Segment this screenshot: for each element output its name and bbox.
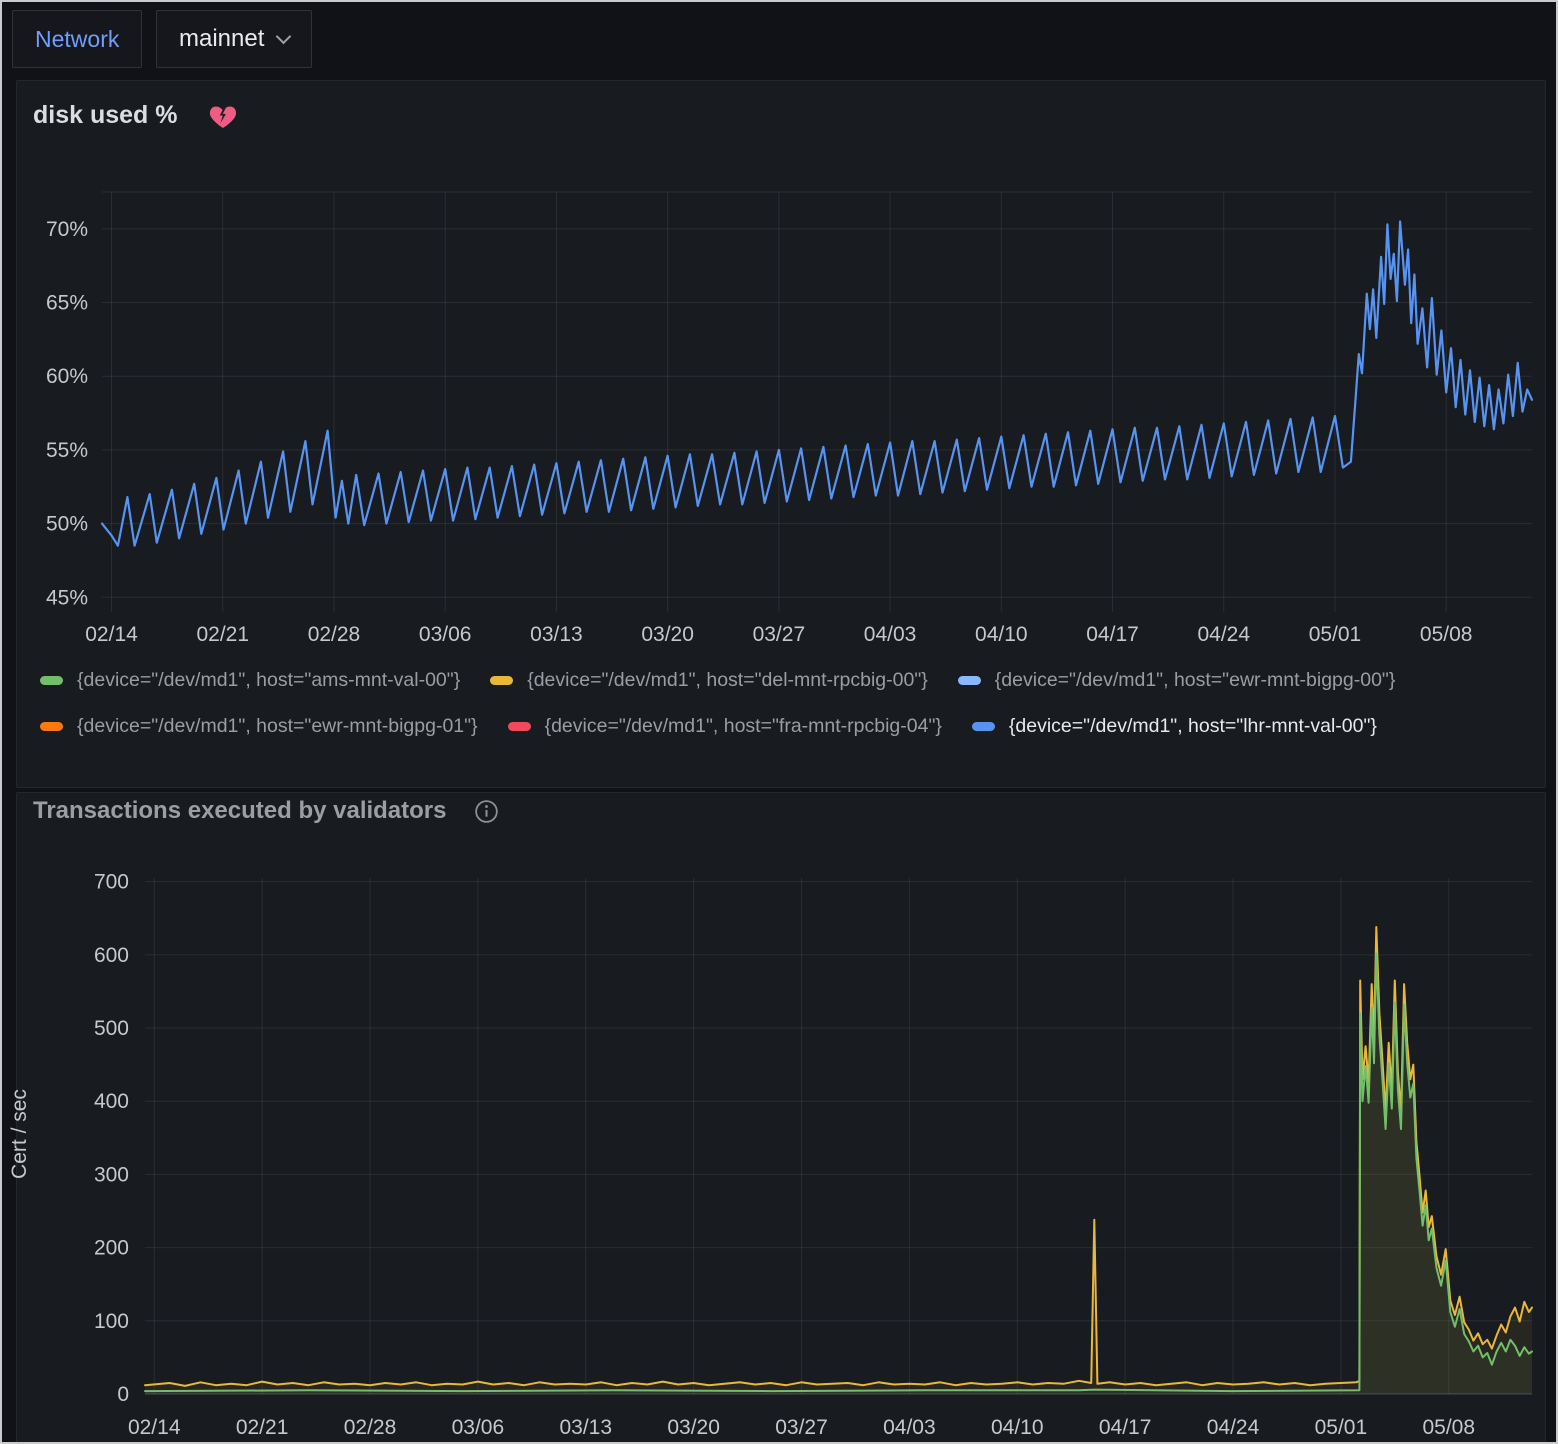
x-tick-label: 04/24 [1207,1416,1260,1439]
y-tick-label: 45% [46,586,88,609]
legend-item-2[interactable]: {device="/dev/md1", host="ewr-mnt-bigpg-… [958,657,1396,703]
x-tick-label: 02/14 [128,1416,181,1439]
legend-marker-icon [958,676,981,685]
legend-label: {device="/dev/md1", host="fra-mnt-rpcbig… [545,715,942,738]
y-tick-label: 55% [46,439,88,462]
y-tick-label: 70% [46,218,88,241]
y-tick-label: 200 [94,1237,129,1260]
panel-transactions-header: Transactions executed by validators [33,797,500,825]
legend-label: {device="/dev/md1", host="ewr-mnt-bigpg-… [995,669,1396,692]
x-tick-label: 05/08 [1422,1416,1475,1439]
x-tick-label: 03/13 [530,623,583,646]
x-tick-label: 05/08 [1420,623,1473,646]
panel-disk-used-header: disk used % [33,101,238,130]
x-tick-label: 04/03 [864,623,917,646]
series-line-validators-green [145,953,1532,1391]
y-tick-label: 50% [46,513,88,536]
x-tick-label: 04/17 [1086,623,1139,646]
x-tick-label: 03/06 [419,623,472,646]
chevron-down-icon [276,28,292,44]
x-tick-label: 02/28 [308,623,361,646]
x-tick-label: 03/06 [452,1416,505,1439]
x-tick-label: 03/27 [753,623,806,646]
legend-label: {device="/dev/md1", host="del-mnt-rpcbig… [527,669,928,692]
info-icon[interactable] [473,798,500,825]
x-tick-label: 04/10 [975,623,1028,646]
x-tick-label: 02/21 [196,623,249,646]
transactions-chart[interactable]: 0 100 200 300 400 500 600 700 02/14 02/21 02/28 03/… [2,857,1558,1444]
legend-marker-icon [490,676,513,685]
legend-item-0[interactable]: {device="/dev/md1", host="ams-mnt-val-00… [40,657,460,703]
y-tick-label: 100 [94,1310,129,1333]
y-axis-title-cert-per-sec: Cert / sec [8,1054,32,1214]
legend-label: {device="/dev/md1", host="ewr-mnt-bigpg-… [77,715,478,738]
y-tick-label: 0 [117,1383,129,1406]
x-tick-label: 02/21 [236,1416,289,1439]
y-tick-label: 600 [94,944,129,967]
series-fill-validators-green [145,953,1532,1394]
y-tick-label: 65% [46,292,88,315]
x-tick-label: 02/14 [85,623,138,646]
x-tick-label: 03/13 [559,1416,612,1439]
y-tick-label: 500 [94,1017,129,1040]
disk-used-chart[interactable]: 45% 50% 55% 60% 65% 70% 02/14 02/21 02/28 03/06 03… [2,182,1558,652]
y-tick-label: 400 [94,1090,129,1113]
network-variable-value[interactable]: mainnet [179,25,264,53]
x-tick-label: 03/20 [667,1416,720,1439]
variable-bar: Network mainnet [2,2,1556,78]
legend-label: {device="/dev/md1", host="lhr-mnt-val-00… [1009,715,1377,738]
legend-item-1[interactable]: {device="/dev/md1", host="del-mnt-rpcbig… [490,657,928,703]
x-tick-label: 04/17 [1099,1416,1152,1439]
network-variable-label: Network [35,26,119,53]
broken-heart-icon [208,102,238,130]
y-tick-label: 60% [46,365,88,388]
legend-marker-icon [508,722,531,731]
network-variable-dropdown[interactable]: mainnet [156,10,312,68]
x-tick-label: 02/28 [344,1416,397,1439]
x-tick-label: 03/20 [641,623,694,646]
legend-item-3[interactable]: {device="/dev/md1", host="ewr-mnt-bigpg-… [40,703,478,749]
legend-item-5[interactable]: {device="/dev/md1", host="lhr-mnt-val-00… [972,703,1377,749]
y-tick-label: 700 [94,871,129,894]
x-tick-label: 05/01 [1315,1416,1368,1439]
legend-marker-icon [40,722,63,731]
x-tick-label: 05/01 [1309,623,1362,646]
legend-marker-icon [972,722,995,731]
x-tick-label: 04/03 [883,1416,936,1439]
series-fill-validators-yellow [145,927,1532,1394]
legend-marker-icon [40,676,63,685]
legend-label: {device="/dev/md1", host="ams-mnt-val-00… [77,669,460,692]
series-line-{device="/dev/md1", host="lhr-mnt-val-00"} [102,222,1532,546]
panel-title-transactions[interactable]: Transactions executed by validators [33,797,447,825]
series-line-validators-yellow [145,927,1532,1386]
grafana-dashboard: Network mainnet disk used % Transactions… [0,0,1558,1444]
y-tick-label: 300 [94,1163,129,1186]
x-tick-label: 03/27 [775,1416,828,1439]
x-tick-label: 04/10 [991,1416,1044,1439]
disk-used-legend: {device="/dev/md1", host="ams-mnt-val-00… [40,657,1530,749]
network-variable-label-box: Network [12,10,142,68]
legend-item-4[interactable]: {device="/dev/md1", host="fra-mnt-rpcbig… [508,703,942,749]
panel-title-disk-used[interactable]: disk used % [33,101,178,130]
x-tick-label: 04/24 [1197,623,1250,646]
